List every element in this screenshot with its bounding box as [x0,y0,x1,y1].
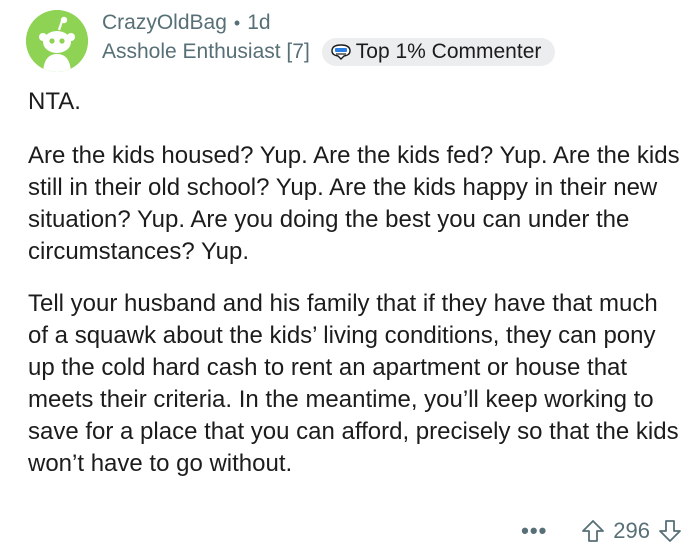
comment-body: NTA. Are the kids housed? Yup. Are the k… [28,86,680,500]
comment-paragraph: NTA. [28,88,81,115]
comment-paragraph: Are the kids housed? Yup. Are the kids f… [28,142,680,265]
top-commenter-badge[interactable]: Top 1% Commenter [321,38,556,66]
top-commenter-icon [331,44,351,60]
username[interactable]: CrazyOldBag [102,10,227,36]
badge-label: Top 1% Commenter [355,40,542,63]
more-options-button[interactable]: ••• [521,518,547,544]
comment-header: CrazyOldBag • 1d Asshole Enthusiast [7] … [102,10,556,66]
comment-actions: ••• 296 [521,514,682,548]
meta-line: CrazyOldBag • 1d [102,10,555,36]
downvote-arrow-icon[interactable] [658,519,682,543]
user-flair: Asshole Enthusiast [7] [102,40,310,63]
comment-age: 1d [247,11,271,34]
vote-score: 296 [613,518,650,543]
avatar[interactable] [26,10,88,72]
separator-dot: • [233,13,241,33]
upvote-arrow-icon[interactable] [581,519,605,543]
flair-line: Asshole Enthusiast [7] Top 1% Commenter [102,38,556,66]
snoo-avatar-icon [26,10,88,72]
comment: CrazyOldBag • 1d Asshole Enthusiast [7] … [0,0,700,554]
comment-paragraph: Tell your husband and his family that if… [28,290,679,477]
